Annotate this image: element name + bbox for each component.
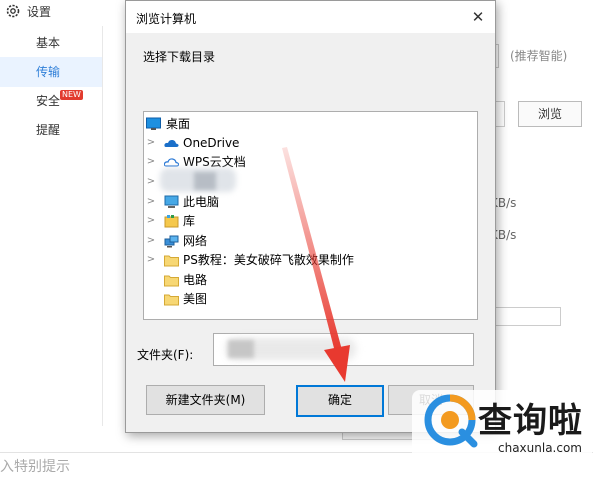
blurred-region (160, 168, 240, 194)
sidebar-item-label: 基本 (36, 36, 61, 50)
sidebar-item-basic[interactable]: 基本 (0, 28, 102, 58)
blurred-region (228, 340, 254, 358)
tree-item-folder[interactable]: 美图 (146, 289, 466, 309)
search-logo-icon (424, 394, 478, 448)
browse-button[interactable]: 浏览 (518, 101, 582, 127)
tree-item-label: PS教程：美女破碎飞散效果制作 (183, 253, 354, 267)
chevron-right-icon[interactable]: > (146, 172, 156, 192)
tree-item-label: 桌面 (166, 117, 191, 131)
sidebar-item-label: 传输 (36, 65, 61, 79)
tree-item-library[interactable]: > 库 (146, 211, 466, 231)
tree-item-label: 电路 (183, 273, 208, 287)
tree-item-user-folder[interactable]: > (146, 168, 466, 192)
sidebar-item-transfer[interactable]: 传输 (0, 57, 102, 87)
app-title: 设置 (27, 5, 52, 19)
chevron-right-icon[interactable]: > (146, 152, 156, 172)
folder-tree[interactable]: 桌面 > OneDrive > WPS云文档 > > 此电脑 > 库 > 网络 … (143, 111, 478, 320)
desktop-icon (146, 117, 161, 130)
library-icon (164, 215, 179, 228)
settings-sidebar: 基本 传输 安全 NEW 提醒 (0, 26, 103, 426)
chevron-right-icon[interactable]: > (146, 192, 156, 212)
tree-item-folder[interactable]: 电路 (146, 270, 466, 290)
sidebar-item-label: 提醒 (36, 123, 61, 137)
folder-icon (164, 294, 179, 306)
dialog-titlebar[interactable]: 浏览计算机 ✕ (126, 1, 495, 33)
chevron-right-icon[interactable]: > (146, 133, 156, 153)
chevron-right-icon[interactable]: > (146, 231, 156, 251)
tree-item-label: OneDrive (183, 136, 240, 150)
tree-item-label: 美图 (183, 292, 208, 306)
new-folder-button[interactable]: 新建文件夹(M) (146, 385, 265, 415)
new-badge: NEW (60, 90, 83, 100)
watermark: 查询啦 chaxunla.com (412, 390, 592, 470)
dialog-title: 浏览计算机 (136, 12, 197, 26)
tree-item-label: 库 (183, 214, 196, 228)
watermark-url: chaxunla.com (498, 441, 582, 455)
tree-item-desktop[interactable]: 桌面 (146, 114, 466, 134)
sidebar-item-reminder[interactable]: 提醒 (0, 115, 102, 145)
tree-item-network[interactable]: > 网络 (146, 231, 466, 251)
folder-icon (164, 255, 179, 267)
folder-path-input[interactable] (213, 333, 474, 366)
gear-icon (6, 4, 20, 18)
ok-button[interactable]: 确定 (296, 385, 384, 417)
folder-field-label: 文件夹(F): (137, 348, 194, 362)
tree-item-folder[interactable]: > PS教程：美女破碎飞散效果制作 (146, 250, 466, 270)
wps-cloud-icon (164, 158, 179, 167)
network-icon (164, 235, 179, 248)
dialog-description: 选择下载目录 (143, 50, 216, 64)
computer-icon (164, 195, 179, 208)
browse-computer-dialog: 浏览计算机 ✕ 选择下载目录 桌面 > OneDrive > WPS云文档 > … (125, 0, 496, 433)
tree-item-this-pc[interactable]: > 此电脑 (146, 192, 466, 212)
sidebar-item-security[interactable]: 安全 NEW (0, 86, 102, 116)
tree-item-label: 网络 (183, 234, 208, 248)
chevron-right-icon[interactable]: > (146, 211, 156, 231)
sidebar-item-label: 安全 (36, 94, 61, 108)
onedrive-cloud-icon (164, 139, 179, 147)
footer-hint: 入特别提示 (0, 459, 70, 475)
tree-item-onedrive[interactable]: > OneDrive (146, 133, 466, 153)
chevron-right-icon[interactable]: > (146, 250, 156, 270)
close-icon[interactable]: ✕ (466, 5, 490, 29)
tree-item-label: 此电脑 (183, 195, 220, 209)
recommend-hint: (推荐智能) (510, 49, 568, 63)
folder-icon (164, 275, 179, 287)
watermark-brand: 查询啦 (478, 401, 583, 441)
